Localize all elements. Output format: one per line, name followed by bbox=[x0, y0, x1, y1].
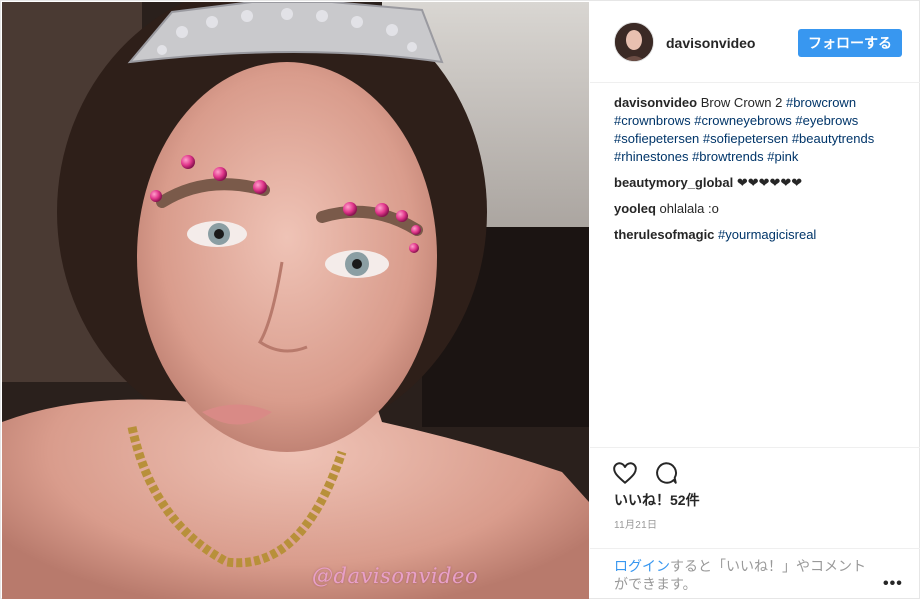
heart-outline-icon[interactable] bbox=[612, 460, 638, 486]
hashtag-link[interactable]: #crownbrows bbox=[614, 113, 691, 128]
login-link[interactable]: ログイン bbox=[614, 558, 670, 574]
selfie-image bbox=[2, 2, 589, 599]
hashtag-link[interactable]: #browcrown bbox=[786, 95, 856, 110]
comment-username[interactable]: beautymory_global bbox=[614, 175, 733, 190]
photo-watermark: @davisonvideo bbox=[312, 564, 479, 588]
hashtag-link[interactable]: #sofiepetersen bbox=[614, 131, 699, 146]
hashtag-link[interactable]: #yourmagicisreal bbox=[718, 227, 816, 242]
login-text: ログインすると「いいね！」やコメントができます。 bbox=[614, 557, 874, 593]
hashtag-link[interactable]: #browtrends bbox=[692, 149, 764, 164]
post-photo[interactable]: @davisonvideo bbox=[2, 2, 589, 599]
comment-item: beautymory_global ❤❤❤❤❤❤ bbox=[614, 174, 904, 192]
avatar-image bbox=[615, 23, 653, 61]
comment-text: ❤❤❤❤❤❤ bbox=[736, 175, 803, 190]
hashtag-link[interactable]: #sofiepetersen bbox=[703, 131, 788, 146]
more-options-icon[interactable]: ••• bbox=[883, 575, 903, 593]
comment-text: Brow Crown 2 bbox=[700, 95, 783, 110]
hashtag-link[interactable]: #rhinestones bbox=[614, 149, 688, 164]
post-actions: いいね！52件 11月21日 ログインすると「いいね！」やコメントができます。 … bbox=[590, 447, 920, 603]
hashtag-link[interactable]: #crowneyebrows bbox=[694, 113, 792, 128]
likes-count[interactable]: いいね！52件 bbox=[614, 490, 700, 510]
comment-list: davisonvideo Brow Crown 2 #browcrown #cr… bbox=[614, 94, 904, 252]
post-sidebar: davisonvideo フォローする davisonvideo Brow Cr… bbox=[590, 2, 920, 599]
login-prompt: ログインすると「いいね！」やコメントができます。 ••• bbox=[590, 548, 920, 604]
follow-button[interactable]: フォローする bbox=[798, 29, 902, 57]
speech-bubble-icon[interactable] bbox=[653, 460, 679, 486]
comment-item: yooleq ohlalala :o bbox=[614, 200, 904, 218]
avatar[interactable] bbox=[614, 22, 654, 62]
header-username[interactable]: davisonvideo bbox=[666, 35, 755, 51]
comment-username[interactable]: yooleq bbox=[614, 201, 656, 216]
comment-text: ohlalala :o bbox=[659, 201, 719, 216]
post-date: 11月21日 bbox=[614, 520, 658, 531]
hashtag-link[interactable]: #beautytrends bbox=[792, 131, 874, 146]
post-modal: @davisonvideo davisonvideo フォローする daviso… bbox=[0, 0, 920, 599]
comment-item: davisonvideo Brow Crown 2 #browcrown #cr… bbox=[614, 94, 904, 166]
comment-username[interactable]: davisonvideo bbox=[614, 95, 697, 110]
post-header: davisonvideo フォローする bbox=[590, 2, 920, 83]
comment-username[interactable]: therulesofmagic bbox=[614, 227, 714, 242]
comment-item: therulesofmagic #yourmagicisreal bbox=[614, 226, 904, 244]
hashtag-link[interactable]: #pink bbox=[767, 149, 798, 164]
hashtag-link[interactable]: #eyebrows bbox=[795, 113, 858, 128]
